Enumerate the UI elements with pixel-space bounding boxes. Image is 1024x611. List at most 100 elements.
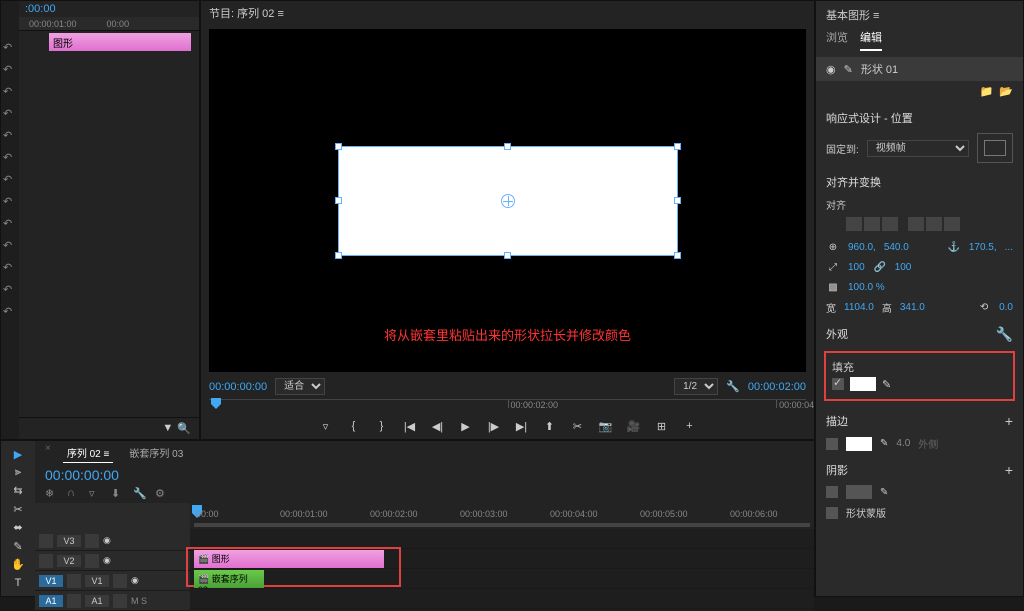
track-a1[interactable]: A1 — [85, 595, 109, 607]
stroke-checkbox[interactable] — [826, 438, 838, 450]
tab-edit[interactable]: 编辑 — [860, 29, 882, 51]
export-frame-icon[interactable]: 📷 — [596, 417, 616, 435]
toggle-icon[interactable] — [113, 594, 127, 608]
lock-icon[interactable] — [39, 534, 53, 548]
source-clip[interactable]: 图形 — [49, 33, 191, 51]
align-center-v-icon[interactable] — [926, 217, 942, 231]
go-to-out-icon[interactable]: ▶| — [512, 417, 532, 435]
settings-icon[interactable]: ⚙ — [155, 487, 171, 501]
audio-opts[interactable]: M S — [131, 596, 147, 606]
plus-icon[interactable]: + — [680, 417, 700, 435]
opacity-val[interactable]: 100.0 % — [848, 282, 885, 293]
program-ruler[interactable]: 00:00:02:00 00:00:04 — [209, 399, 806, 411]
pin-to-select[interactable]: 视频帧 — [867, 140, 969, 157]
track-v2[interactable]: V2 — [57, 555, 81, 567]
undo-icon[interactable]: ↶ — [3, 173, 17, 187]
program-timecode-right[interactable]: 00:00:02:00 — [748, 381, 806, 393]
wrench-icon[interactable]: 🔧 — [996, 326, 1013, 343]
resize-handle[interactable] — [335, 143, 342, 150]
undo-icon[interactable]: ↶ — [3, 305, 17, 319]
undo-icon[interactable]: ↶ — [3, 195, 17, 209]
pos-y[interactable]: 540.0 — [884, 242, 909, 253]
eye-icon[interactable]: ◉ — [103, 555, 111, 566]
eyedropper-icon[interactable]: ✎ — [882, 378, 891, 391]
undo-icon[interactable]: ↶ — [3, 239, 17, 253]
track-area[interactable]: 00:00 00:00:01:00 00:00:02:00 00:00:03:0… — [190, 503, 814, 611]
align-bottom-icon[interactable] — [944, 217, 960, 231]
lock-icon[interactable] — [39, 554, 53, 568]
search-icon[interactable]: 🔍 — [177, 422, 191, 435]
align-center-h-icon[interactable] — [864, 217, 880, 231]
stroke-width[interactable]: 4.0 — [896, 438, 910, 449]
folder-icon[interactable]: 📁 — [980, 85, 994, 98]
track-row-a1[interactable] — [190, 589, 814, 609]
playhead-icon[interactable] — [211, 398, 221, 410]
go-to-in-icon[interactable]: |◀ — [400, 417, 420, 435]
anchor-x[interactable]: 170.5, — [969, 242, 997, 253]
layer-shape[interactable]: ◉ ✎ 形状 01 — [816, 57, 1023, 81]
resize-handle[interactable] — [335, 197, 342, 204]
snap-icon[interactable]: ❄ — [45, 487, 61, 501]
timeline-ruler[interactable]: 00:00 00:00:01:00 00:00:02:00 00:00:03:0… — [190, 503, 814, 529]
timeline-timecode[interactable]: 00:00:00:00 — [45, 467, 119, 483]
extract-icon[interactable]: ✂ — [568, 417, 588, 435]
wrench-icon[interactable]: 🔧 — [726, 380, 740, 393]
eye-icon[interactable]: ◉ — [103, 535, 111, 546]
toggle-icon[interactable] — [113, 574, 127, 588]
pen-tool-icon[interactable]: ✎ — [8, 539, 28, 553]
program-tab[interactable]: 节目: 序列 02 — [209, 8, 274, 20]
step-back-icon[interactable]: ◀| — [428, 417, 448, 435]
mask-checkbox[interactable] — [826, 507, 838, 519]
stroke-color-swatch[interactable] — [846, 437, 872, 451]
align-top-icon[interactable] — [908, 217, 924, 231]
track-v1-src[interactable]: V1 — [39, 575, 63, 587]
track-v1[interactable]: V1 — [85, 575, 109, 587]
marker-icon[interactable]: ▿ — [89, 487, 105, 501]
program-timecode-left[interactable]: 00:00:00:00 — [209, 381, 267, 393]
fill-checkbox[interactable] — [832, 378, 844, 390]
tab-browse[interactable]: 浏览 — [826, 29, 848, 51]
track-v3[interactable]: V3 — [57, 535, 81, 547]
resize-handle[interactable] — [674, 197, 681, 204]
fill-color-swatch[interactable] — [850, 377, 876, 391]
clip-graphic[interactable]: 🎬 图形 — [194, 550, 384, 568]
rotation-val[interactable]: 0.0 — [999, 302, 1013, 313]
filter-icon[interactable]: ▼ — [162, 422, 173, 435]
track-row-v3[interactable] — [190, 529, 814, 549]
undo-icon[interactable]: ↶ — [3, 261, 17, 275]
resize-handle[interactable] — [674, 252, 681, 259]
pin-diagram[interactable] — [977, 133, 1013, 163]
undo-icon[interactable]: ↶ — [3, 63, 17, 77]
zoom-select[interactable]: 1/2 — [674, 378, 718, 395]
shadow-checkbox[interactable] — [826, 486, 838, 498]
wrench-icon[interactable]: 🔧 — [133, 487, 149, 501]
camera-icon[interactable]: 🎥 — [624, 417, 644, 435]
undo-icon[interactable]: ↶ — [3, 41, 17, 55]
lift-icon[interactable]: ⬆ — [540, 417, 560, 435]
linked-icon[interactable]: ∩ — [67, 487, 83, 501]
undo-icon[interactable]: ↶ — [3, 217, 17, 231]
eyedropper-icon[interactable]: ✎ — [880, 438, 888, 449]
eyedropper-icon[interactable]: ✎ — [880, 487, 888, 498]
toggle-icon[interactable] — [85, 534, 99, 548]
out-point-icon[interactable]: } — [372, 417, 392, 435]
anchor-y[interactable]: ... — [1005, 242, 1013, 253]
slip-tool-icon[interactable]: ⬌ — [8, 521, 28, 535]
scale-h[interactable]: 100 — [895, 262, 912, 273]
align-right-icon[interactable] — [882, 217, 898, 231]
resize-handle[interactable] — [674, 143, 681, 150]
ripple-tool-icon[interactable]: ⇆ — [8, 484, 28, 498]
undo-icon[interactable]: ↶ — [3, 85, 17, 99]
pos-x[interactable]: 960.0, — [848, 242, 876, 253]
stroke-type[interactable]: 外侧 — [918, 436, 938, 451]
in-point-icon[interactable]: { — [344, 417, 364, 435]
undo-icon[interactable]: ↶ — [3, 151, 17, 165]
track-row-v2[interactable]: 🎬 图形 — [190, 549, 814, 569]
track-row-v1[interactable]: 🎬 嵌套序列 03 — [190, 569, 814, 589]
lock-icon[interactable] — [67, 594, 81, 608]
settings-icon[interactable]: ⊞ — [652, 417, 672, 435]
add-shadow-icon[interactable]: + — [1005, 462, 1013, 478]
add-stroke-icon[interactable]: + — [1005, 413, 1013, 429]
play-icon[interactable]: ▶ — [456, 417, 476, 435]
eye-icon[interactable]: ◉ — [131, 575, 139, 586]
